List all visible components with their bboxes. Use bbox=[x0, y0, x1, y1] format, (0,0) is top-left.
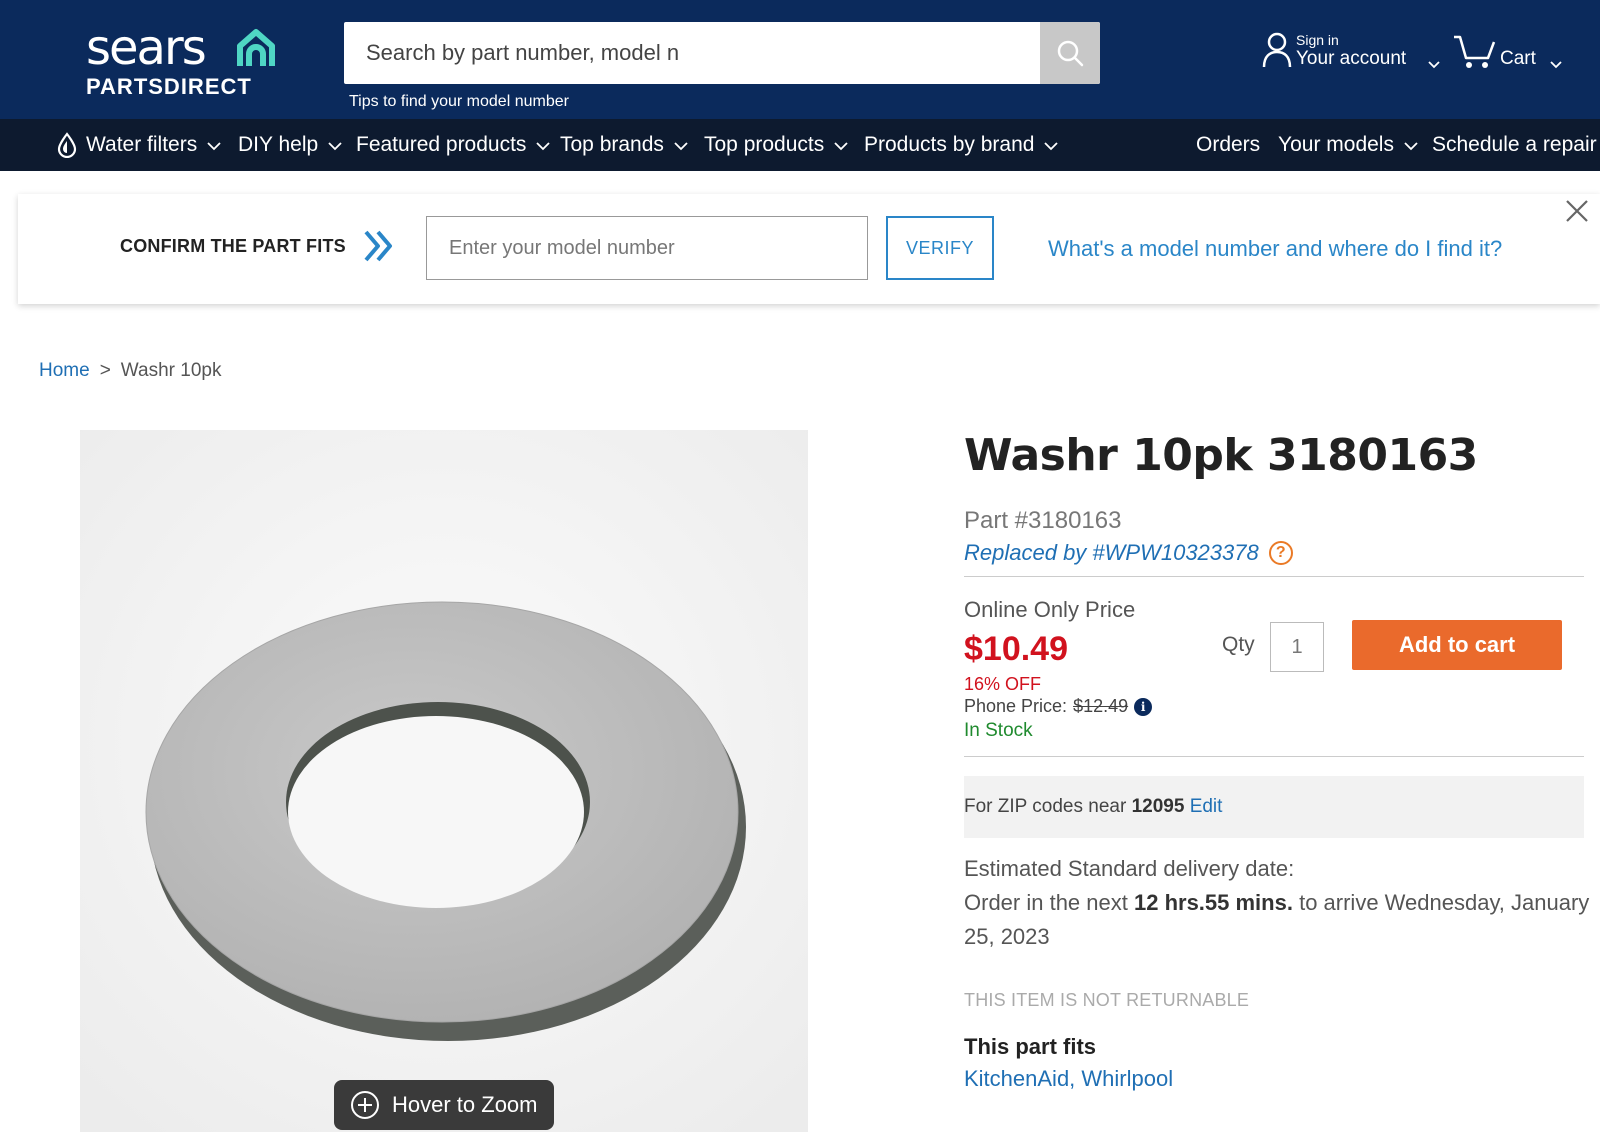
delivery-order-text: Order in the next 12 hrs.55 mins. to arr… bbox=[964, 886, 1594, 954]
breadcrumb: Home > Washr 10pk bbox=[39, 360, 221, 382]
user-icon bbox=[1262, 32, 1292, 73]
nav-water-filters[interactable]: Water filters bbox=[56, 119, 221, 171]
replaced-by-link[interactable]: Replaced by #WPW10323378 bbox=[964, 540, 1259, 566]
zoom-label: Hover to Zoom bbox=[392, 1092, 538, 1117]
product-title: Washr 10pk 3180163 bbox=[964, 430, 1478, 481]
search-input[interactable] bbox=[344, 22, 1040, 84]
phone-price-label: Phone Price: bbox=[964, 696, 1068, 716]
discount-badge: 16% OFF bbox=[964, 674, 1042, 694]
qty-label: Qty bbox=[1222, 633, 1255, 656]
hover-to-zoom-badge: Hover to Zoom bbox=[334, 1080, 554, 1130]
phone-price: Phone Price: $12.49 i bbox=[964, 696, 1153, 717]
cart-icon bbox=[1452, 34, 1496, 75]
nav-diy-help[interactable]: DIY help bbox=[238, 119, 342, 171]
nav-schedule-repair[interactable]: Schedule a repair bbox=[1432, 119, 1597, 171]
nav-label: Top brands bbox=[560, 133, 664, 156]
your-account-label: Your account bbox=[1296, 48, 1407, 69]
sears-partsdirect-logo[interactable]: sears PARTSDIRECT bbox=[86, 22, 286, 102]
add-to-cart-button[interactable]: Add to cart bbox=[1352, 620, 1562, 670]
nav-label: Top products bbox=[704, 133, 825, 156]
house-logo-icon bbox=[234, 26, 278, 75]
nav-label: Products by brand bbox=[864, 133, 1035, 156]
model-number-tips-link[interactable]: Tips to find your model number bbox=[349, 93, 569, 111]
chevron-down-icon bbox=[1428, 56, 1440, 74]
zip-code-box: For ZIP codes near 12095 Edit bbox=[964, 776, 1584, 838]
zip-text: For ZIP codes near 12095 Edit bbox=[964, 796, 1222, 818]
site-header: sears PARTSDIRECT Tips to find your mode… bbox=[0, 0, 1600, 119]
chevron-down-icon bbox=[674, 141, 688, 150]
nav-label: Featured products bbox=[356, 133, 527, 156]
phone-price-value: $12.49 bbox=[1073, 696, 1129, 716]
part-fits-brands-link[interactable]: KitchenAid, Whirlpool bbox=[964, 1066, 1173, 1092]
nav-label: Orders bbox=[1196, 133, 1261, 156]
account-menu[interactable]: Sign in Your account bbox=[1262, 30, 1442, 80]
return-policy: THIS ITEM IS NOT RETURNABLE bbox=[964, 990, 1250, 1010]
zip-edit-link[interactable]: Edit bbox=[1190, 796, 1223, 817]
main-nav: Water filters DIY help Featured products… bbox=[0, 119, 1600, 171]
info-icon[interactable]: i bbox=[1134, 697, 1153, 716]
nav-top-brands[interactable]: Top brands bbox=[560, 119, 688, 171]
product-image[interactable] bbox=[80, 430, 808, 1132]
model-number-help-link[interactable]: What's a model number and where do I fin… bbox=[1048, 236, 1502, 262]
order-time: 12 hrs.55 mins. bbox=[1133, 890, 1293, 915]
chevron-down-icon bbox=[328, 141, 342, 150]
nav-orders[interactable]: Orders bbox=[1196, 119, 1260, 171]
nav-label: DIY help bbox=[238, 133, 319, 156]
chevron-down-icon bbox=[834, 141, 848, 150]
nav-label: Schedule a repair bbox=[1432, 133, 1597, 156]
nav-products-by-brand[interactable]: Products by brand bbox=[864, 119, 1059, 171]
delivery-label: Estimated Standard delivery date: bbox=[964, 856, 1295, 881]
water-drop-icon bbox=[57, 132, 77, 158]
stock-status: In Stock bbox=[964, 720, 1033, 741]
sign-in-label: Sign in bbox=[1296, 32, 1339, 48]
nav-label: Your models bbox=[1278, 133, 1394, 156]
zoom-plus-icon bbox=[351, 1091, 379, 1119]
price-label: Online Only Price bbox=[964, 597, 1136, 622]
model-number-input[interactable] bbox=[426, 216, 868, 280]
logo-subtitle: PARTSDIRECT bbox=[86, 74, 252, 99]
divider bbox=[964, 576, 1584, 577]
zip-prefix: For ZIP codes near bbox=[964, 796, 1132, 817]
double-chevron-right-icon bbox=[362, 228, 396, 269]
close-icon[interactable] bbox=[1564, 198, 1590, 229]
divider bbox=[964, 756, 1584, 757]
nav-label: Water filters bbox=[86, 133, 198, 156]
chevron-down-icon bbox=[1404, 141, 1418, 150]
qty-input[interactable] bbox=[1270, 622, 1324, 672]
price: $10.49 bbox=[964, 630, 1068, 668]
search-button[interactable] bbox=[1040, 22, 1100, 84]
search-icon bbox=[1057, 40, 1084, 67]
replaced-by: Replaced by #WPW10323378 ? bbox=[964, 540, 1293, 566]
cart-label: Cart bbox=[1500, 48, 1536, 69]
chevron-down-icon bbox=[1550, 56, 1562, 74]
nav-featured-products[interactable]: Featured products bbox=[356, 119, 551, 171]
logo-wordmark: sears bbox=[86, 20, 207, 76]
help-icon[interactable]: ? bbox=[1268, 541, 1293, 565]
zip-code: 12095 bbox=[1131, 796, 1185, 817]
chevron-down-icon bbox=[536, 141, 551, 150]
search-bar bbox=[344, 22, 1100, 84]
chevron-down-icon bbox=[1044, 141, 1059, 150]
breadcrumb-separator: > bbox=[99, 360, 111, 381]
breadcrumb-current: Washr 10pk bbox=[120, 360, 222, 381]
part-fits-heading: This part fits bbox=[964, 1034, 1097, 1059]
delivery-estimate: Estimated Standard delivery date: Order … bbox=[964, 852, 1594, 954]
part-number: Part #3180163 bbox=[964, 507, 1122, 534]
confirm-fit-label: CONFIRM THE PART FITS bbox=[120, 236, 346, 256]
chevron-down-icon bbox=[207, 141, 221, 150]
cart-menu[interactable]: Cart bbox=[1452, 30, 1572, 80]
confirm-fit-bar: CONFIRM THE PART FITS VERIFY What's a mo… bbox=[18, 194, 1600, 304]
nav-top-products[interactable]: Top products bbox=[704, 119, 848, 171]
breadcrumb-home-link[interactable]: Home bbox=[39, 360, 90, 382]
order-prefix: Order in the next bbox=[964, 890, 1134, 915]
verify-button[interactable]: VERIFY bbox=[886, 216, 994, 280]
nav-your-models[interactable]: Your models bbox=[1278, 119, 1418, 171]
